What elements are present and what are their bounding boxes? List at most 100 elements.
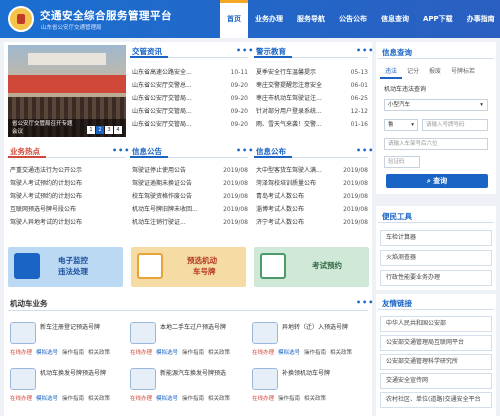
vin-input[interactable]: 请输入车架号后六位 bbox=[384, 138, 488, 150]
guide-link[interactable]: 操作指南 bbox=[62, 396, 84, 402]
nav-announcements[interactable]: 公告公布 bbox=[332, 0, 374, 38]
service-tile-e-monitor[interactable]: 电子监控 违法处理 bbox=[8, 247, 123, 287]
top-header: 交通安全综合服务管理平台 山东省公安厅交通管理局 首页 业务办理 服务导航 公告… bbox=[0, 0, 500, 38]
warning-item[interactable]: 针对部分用户登录系统... 12-12 bbox=[256, 105, 368, 118]
warning-item[interactable]: 枣庄市机动车驾驶证注... 06-25 bbox=[256, 92, 368, 105]
ev-car-icon bbox=[130, 368, 156, 390]
vehicle-biz-more-icon[interactable]: ••• bbox=[356, 298, 374, 307]
policy-link[interactable]: 相关政策 bbox=[330, 350, 352, 356]
link-rural-safety-platform[interactable]: 农村社区、单位(道路)交通安全平台 bbox=[380, 392, 492, 408]
bulletin-item[interactable]: 菏泽驾校培训质量公布 2019/08 bbox=[256, 177, 368, 190]
tab-plate[interactable]: 号牌标若 bbox=[446, 64, 480, 79]
news-item[interactable]: 山东省公安厅交管局... 09-20 bbox=[132, 92, 248, 105]
hot-more-icon[interactable]: ••• bbox=[112, 146, 130, 155]
tool-admin-business[interactable]: 行政性能要业务办理 bbox=[380, 270, 492, 286]
policy-link[interactable]: 相关政策 bbox=[208, 350, 230, 356]
hot-item[interactable]: 驾驶人异地考试的计划公布 bbox=[10, 216, 126, 229]
news-item[interactable]: 山东省公安厅交警总... 09-20 bbox=[132, 79, 248, 92]
bulletin-more-icon[interactable]: ••• bbox=[356, 146, 374, 155]
banner-page-4[interactable]: 4 bbox=[114, 126, 122, 134]
site-title: 交通安全综合服务管理平台 bbox=[40, 10, 172, 22]
tool-car-inspection-calc[interactable]: 车检计算器 bbox=[380, 230, 492, 246]
police-badge-logo bbox=[8, 6, 34, 32]
link-traffic-research-institute[interactable]: 公安部交通管理科学研究所 bbox=[380, 354, 492, 370]
news-item[interactable]: 山东省公安厅交管局... 09-20 bbox=[132, 118, 248, 131]
guide-link[interactable]: 操作指南 bbox=[304, 350, 326, 356]
warning-item[interactable]: 雨、雪天气来袭！交警... 01-16 bbox=[256, 118, 368, 131]
captcha-input[interactable]: 验证码 bbox=[384, 156, 420, 168]
policy-link[interactable]: 相关政策 bbox=[88, 396, 110, 402]
traffic-camera-icon bbox=[14, 253, 40, 279]
query-button[interactable]: ⌕ 查询 bbox=[386, 174, 488, 188]
tab-scrap[interactable]: 报废 bbox=[424, 64, 446, 79]
bulletin-item[interactable]: 大中型客货车驾驶人满... 2019/08 bbox=[256, 164, 368, 177]
banner-page-2[interactable]: 2 bbox=[96, 126, 104, 134]
guide-link[interactable]: 操作指南 bbox=[182, 396, 204, 402]
online-handle-link[interactable]: 在线办理 bbox=[130, 350, 152, 356]
notice-item[interactable]: 机动车号牌旧牌未收回... 2019/08 bbox=[132, 203, 248, 216]
online-handle-link[interactable]: 在线办理 bbox=[130, 396, 152, 402]
online-handle-link[interactable]: 在线办理 bbox=[10, 350, 32, 356]
plate-number-input[interactable]: 请输入号牌号码 bbox=[422, 119, 488, 131]
bulletin-item[interactable]: 淄博考试人数公布 2019/08 bbox=[256, 203, 368, 216]
online-handle-link[interactable]: 在线办理 bbox=[252, 396, 274, 402]
notice-item[interactable]: 驾驶证逾期未换证公告 2019/08 bbox=[132, 177, 248, 190]
online-handle-link[interactable]: 在线办理 bbox=[10, 396, 32, 402]
nav-service-guide[interactable]: 服务导航 bbox=[290, 0, 332, 38]
hot-item[interactable]: 驾驶人考试预约的计划公布 bbox=[10, 177, 126, 190]
news-more-icon[interactable]: ••• bbox=[236, 46, 254, 55]
tab-violation[interactable]: 违法 bbox=[380, 64, 403, 79]
simulate-select-link[interactable]: 模拟选号 bbox=[36, 350, 58, 356]
biz-item-local-transfer: 本地二手车过户预选号牌 在线办理 模拟选号 操作指南 相关政策 bbox=[130, 322, 231, 356]
policy-link[interactable]: 相关政策 bbox=[304, 396, 326, 402]
vehicle-type-select[interactable]: 小型汽车 ▾ bbox=[384, 99, 488, 111]
nav-app-download[interactable]: APP下载 bbox=[416, 0, 460, 38]
news-item[interactable]: 山东省公安厅交管局... 09-20 bbox=[132, 105, 248, 118]
nav-home[interactable]: 首页 bbox=[220, 0, 248, 38]
service-tile-plate-preselect[interactable]: 预选机动 车号牌 bbox=[131, 247, 246, 287]
exam-calendar-icon bbox=[260, 253, 286, 279]
online-handle-link[interactable]: 在线办理 bbox=[252, 350, 274, 356]
warning-more-icon[interactable]: ••• bbox=[356, 46, 374, 55]
policy-link[interactable]: 相关政策 bbox=[88, 350, 110, 356]
tab-points[interactable]: 记分 bbox=[402, 64, 424, 79]
bulletin-item[interactable]: 青岛考试人数公布 2019/08 bbox=[256, 190, 368, 203]
notice-item[interactable]: 驾驶证停止使用公告 2019/08 bbox=[132, 164, 248, 177]
guide-link[interactable]: 操作指南 bbox=[182, 350, 204, 356]
banner-page-3[interactable]: 3 bbox=[105, 126, 113, 134]
guide-link[interactable]: 操作指南 bbox=[278, 396, 300, 402]
simulate-select-link[interactable]: 模拟选号 bbox=[156, 396, 178, 402]
warning-item[interactable]: 夏季安全行车温馨提示 05-13 bbox=[256, 66, 368, 79]
site-subtitle: 山东省公安厅交通管理局 bbox=[41, 25, 102, 31]
warning-item[interactable]: 枣庄交警提醒您注意安全 06-01 bbox=[256, 79, 368, 92]
banner-page-1[interactable]: 1 bbox=[87, 126, 95, 134]
link-traffic-bureau-platform[interactable]: 公安部交通管理局互联网平台 bbox=[380, 335, 492, 351]
news-item[interactable]: 山东省高速公路安全... 10-11 bbox=[132, 66, 248, 79]
notice-item[interactable]: 校车驾驶资格作废公告 2019/08 bbox=[132, 190, 248, 203]
simulate-select-link[interactable]: 模拟选号 bbox=[36, 396, 58, 402]
news-banner-image[interactable]: 省公安厅交管局召开专题 会议 1 2 3 4 bbox=[8, 45, 126, 137]
new-car-icon bbox=[10, 322, 36, 344]
hot-item[interactable]: 驾驶人考试预约的计划公布 bbox=[10, 190, 126, 203]
notice-more-icon[interactable]: ••• bbox=[236, 146, 254, 155]
simulate-select-link[interactable]: 模拟选号 bbox=[156, 350, 178, 356]
link-safety-publicity[interactable]: 交通安全宣传网 bbox=[380, 373, 492, 389]
hot-item[interactable]: 严重交通违法行为公开公示 bbox=[10, 164, 126, 177]
tool-fire-detector[interactable]: 火焰测查器 bbox=[380, 250, 492, 266]
province-select[interactable]: 鲁 ▾ bbox=[384, 119, 418, 131]
banner-pager: 1 2 3 4 bbox=[87, 126, 122, 134]
link-ministry-public-security[interactable]: 中华人民共和国公安部 bbox=[380, 316, 492, 332]
nav-guide[interactable]: 办事指南 bbox=[460, 0, 500, 38]
service-tile-exam-booking[interactable]: 考试预约 bbox=[254, 247, 369, 287]
query-section-label: 机动车违法查询 bbox=[384, 86, 427, 93]
simulate-select-link[interactable]: 模拟选号 bbox=[278, 350, 300, 356]
policy-link[interactable]: 相关政策 bbox=[208, 396, 230, 402]
notice-item[interactable]: 机动车注销行驶证... 2019/08 bbox=[132, 216, 248, 229]
guide-link[interactable]: 操作指南 bbox=[62, 350, 84, 356]
hot-item[interactable]: 互联网预选号牌号段公布 bbox=[10, 203, 126, 216]
nav-business[interactable]: 业务办理 bbox=[248, 0, 290, 38]
nav-info-query[interactable]: 信息查询 bbox=[374, 0, 416, 38]
notice-list: 驾驶证停止使用公告 2019/08 驾驶证逾期未换证公告 2019/08 校车驾驶资… bbox=[132, 164, 248, 229]
bulletin-item[interactable]: 济宁考试人数公布 2019/08 bbox=[256, 216, 368, 229]
biz-item-new-energy: 新能源汽车换发号牌预选 在线办理 模拟选号 操作指南 相关政策 bbox=[130, 368, 231, 402]
